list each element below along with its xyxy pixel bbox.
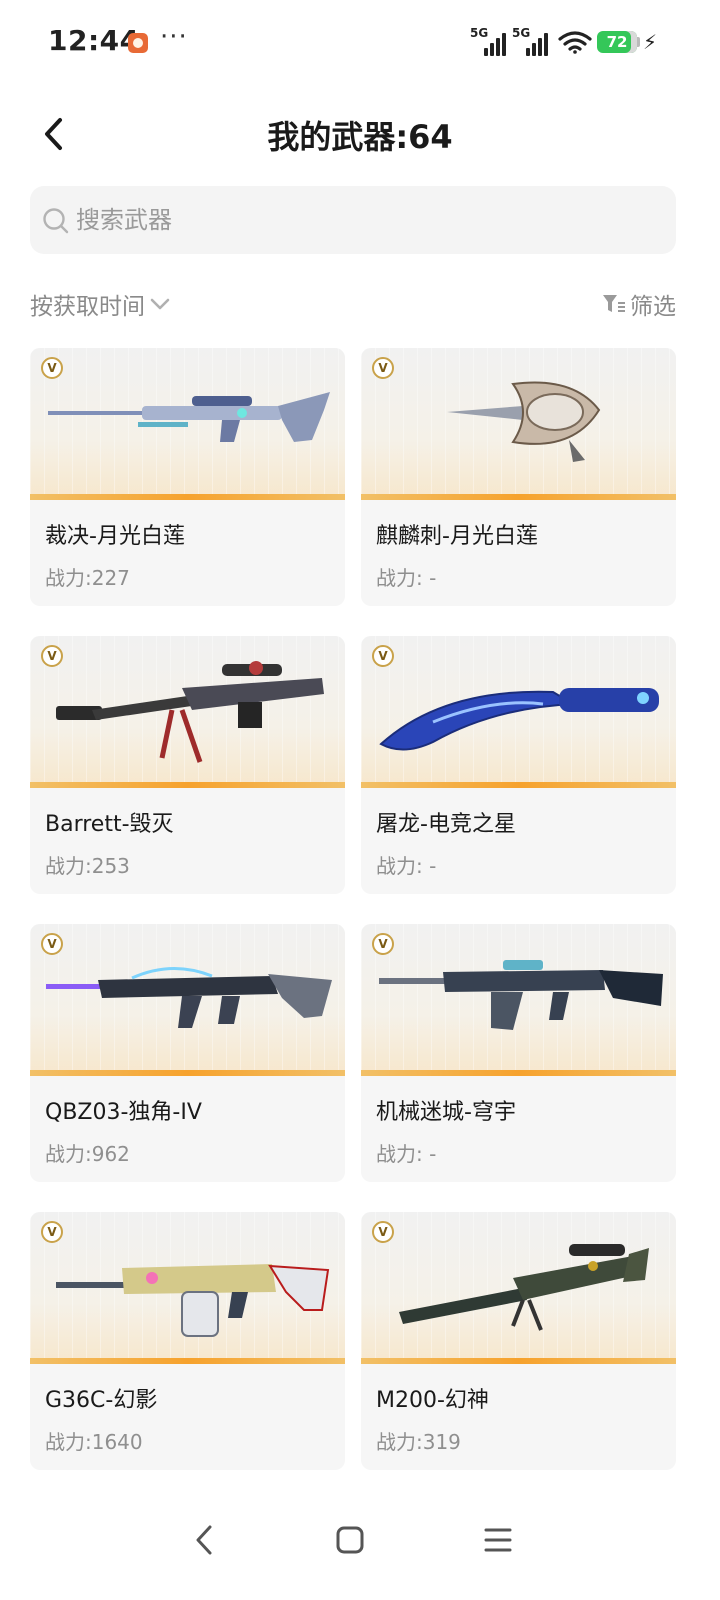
weapon-image: V: [361, 924, 676, 1076]
weapon-power: 战力:962: [45, 1142, 130, 1166]
app-notification-icon: [128, 33, 148, 53]
assault-rifle-icon: [46, 967, 332, 1028]
status-more-indicator: ···: [160, 22, 188, 52]
weapon-power: 战力:1640: [45, 1430, 143, 1454]
weapon-power: 战力:227: [45, 566, 130, 590]
weapon-card[interactable]: V QBZ03-独角-IV 战力:962: [30, 924, 345, 1182]
weapon-card[interactable]: V 麒麟刺-月光白莲 战力: -: [361, 348, 676, 606]
search-icon: [43, 208, 69, 234]
knife-icon: [379, 688, 659, 751]
filter-button[interactable]: 筛选: [602, 287, 676, 321]
weapon-image: V: [30, 924, 345, 1076]
nav-back-button[interactable]: [174, 1510, 234, 1570]
weapon-power: 战力: -: [376, 566, 437, 590]
weapon-power: 战力:253: [45, 854, 130, 878]
weapon-image: V: [361, 348, 676, 500]
weapon-image: V: [361, 636, 676, 788]
back-nav-icon: [196, 1525, 212, 1555]
home-nav-icon: [336, 1526, 364, 1554]
weapon-name: G36C-幻影: [45, 1388, 158, 1413]
weapon-image: V: [361, 1212, 676, 1364]
sort-label: 按获取时间: [30, 294, 145, 320]
nav-home-button[interactable]: [320, 1510, 380, 1570]
search-bar[interactable]: [30, 186, 676, 254]
weapon-card[interactable]: V G36C-幻影 战力:1640: [30, 1212, 345, 1470]
network-type-label: 5G: [512, 26, 531, 40]
weapon-power: 战力: -: [376, 854, 437, 878]
weapon-name: 裁决-月光白莲: [45, 524, 185, 549]
weapon-name: Barrett-毁灭: [45, 812, 174, 837]
weapon-image: V: [30, 348, 345, 500]
weapon-grid: V 裁决-月光白莲 战力:227 V 麒麟刺-月光白莲 战力: - V Barr…: [30, 348, 676, 1470]
search-input[interactable]: [76, 186, 656, 254]
signal-icon: 5G: [470, 26, 512, 56]
weapon-name: 麒麟刺-月光白莲: [376, 524, 538, 549]
menu-nav-icon: [484, 1528, 512, 1552]
sniper-rifle-icon: [48, 392, 330, 442]
battery-tip: [637, 37, 640, 47]
nav-menu-button[interactable]: [468, 1510, 528, 1570]
weapon-card[interactable]: V Barrett-毁灭 战力:253: [30, 636, 345, 894]
sort-dropdown[interactable]: 按获取时间: [30, 287, 171, 321]
sniper-rifle-icon: [399, 1244, 649, 1331]
weapon-card[interactable]: V 屠龙-电竞之星 战力: -: [361, 636, 676, 894]
weapon-name: M200-幻神: [376, 1388, 489, 1413]
weapon-power: 战力: -: [376, 1142, 437, 1166]
page-title: 我的武器:64: [267, 118, 453, 156]
status-time: 12:44: [48, 24, 140, 57]
assault-rifle-icon: [379, 960, 663, 1030]
sniper-rifle-icon: [56, 661, 324, 763]
wifi-icon: [558, 31, 592, 54]
network-type-label: 5G: [470, 26, 489, 40]
weapon-card[interactable]: V M200-幻神 战力:319: [361, 1212, 676, 1470]
weapon-card[interactable]: V 机械迷城-穹宇 战力: -: [361, 924, 676, 1182]
weapon-image: V: [30, 1212, 345, 1364]
weapon-image: V: [30, 636, 345, 788]
battery-icon: 72: [597, 31, 637, 53]
weapon-power: 战力:319: [376, 1430, 461, 1454]
weapon-card[interactable]: V 裁决-月光白莲 战力:227: [30, 348, 345, 606]
charging-icon: ⚡: [643, 30, 658, 54]
weapon-name: QBZ03-独角-IV: [45, 1100, 202, 1125]
status-bar: 12:44 ··· 5G 5G 72 ⚡: [0, 0, 720, 86]
filter-icon: [603, 295, 625, 312]
filter-label: 筛选: [630, 294, 676, 320]
weapon-name: 屠龙-电竞之星: [376, 812, 516, 837]
system-nav-bar: [0, 1490, 720, 1600]
signal-icon: 5G: [512, 26, 554, 56]
assault-rifle-icon: [56, 1264, 330, 1337]
weapon-name: 机械迷城-穹宇: [376, 1100, 516, 1125]
dagger-icon: [447, 381, 601, 462]
chevron-down-icon: [150, 298, 170, 310]
